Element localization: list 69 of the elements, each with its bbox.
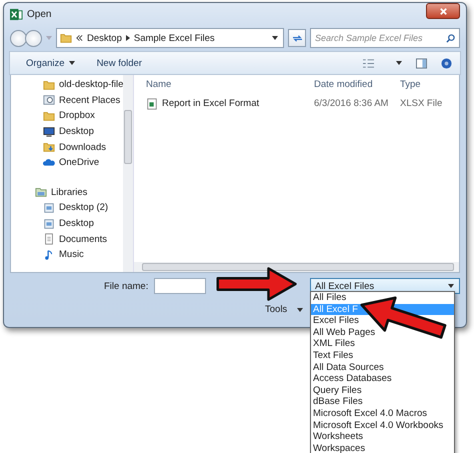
file-name-field[interactable] xyxy=(154,278,206,294)
sidebar-item[interactable]: old-desktop-file xyxy=(25,77,123,93)
folder-icon xyxy=(43,78,55,91)
dropdown-option[interactable]: Excel Files xyxy=(311,315,454,327)
downloads-folder-icon xyxy=(43,141,55,154)
caret-icon xyxy=(68,61,75,65)
address-bar[interactable]: Desktop Sample Excel Files xyxy=(56,28,284,48)
new-folder-button[interactable]: New folder xyxy=(96,58,142,68)
refresh-button[interactable] xyxy=(288,29,306,47)
sidebar-item[interactable]: Documents xyxy=(25,231,123,247)
caret-icon xyxy=(396,61,402,65)
view-list-icon xyxy=(363,58,374,68)
close-icon xyxy=(438,6,448,16)
preview-pane-icon xyxy=(416,58,427,68)
sidebar-item[interactable]: Downloads xyxy=(25,139,123,155)
column-header[interactable]: Type xyxy=(400,79,459,90)
breadcrumb[interactable]: Desktop xyxy=(87,32,122,44)
dropdown-option[interactable]: dBase Files xyxy=(311,396,454,408)
refresh-icon xyxy=(292,34,302,42)
caret-icon xyxy=(297,308,304,312)
dropdown-option[interactable]: Microsoft Excel 4.0 Workbooks xyxy=(311,420,454,432)
double-chevron-icon xyxy=(76,35,83,41)
organize-menu[interactable]: Organize xyxy=(26,58,75,68)
breadcrumb[interactable]: Sample Excel Files xyxy=(134,32,215,44)
scrollbar[interactable] xyxy=(134,262,459,272)
tools-menu[interactable]: Tools xyxy=(265,304,288,315)
sidebar-item[interactable]: Desktop (2) xyxy=(25,200,123,216)
sidebar-item[interactable]: Desktop xyxy=(25,216,123,232)
music-note-icon xyxy=(43,248,55,261)
sidebar-item[interactable]: Recent Places xyxy=(25,92,123,108)
sidebar-item[interactable]: Dropbox xyxy=(25,108,123,124)
excel-icon xyxy=(10,8,23,20)
column-header[interactable]: Date modified xyxy=(314,79,400,90)
caret-icon xyxy=(46,36,52,40)
spreadsheet-file-icon xyxy=(146,98,158,110)
sidebar-item[interactable]: Music xyxy=(25,246,123,263)
caret-icon xyxy=(448,284,454,288)
dropdown-option[interactable]: Workspaces xyxy=(311,442,454,453)
document-icon xyxy=(43,233,55,246)
dropdown-option[interactable]: Worksheets xyxy=(311,431,454,443)
libraries-icon xyxy=(35,186,47,198)
folder-icon xyxy=(60,32,72,44)
column-header[interactable]: Name xyxy=(146,79,314,90)
file-name-label: File name: xyxy=(104,280,150,292)
library-icon xyxy=(43,218,55,230)
forward-button[interactable] xyxy=(25,30,42,46)
dropdown-option[interactable]: Microsoft Excel 4.0 Macros xyxy=(311,408,454,420)
search-field[interactable]: Search Sample Excel Files xyxy=(310,28,460,48)
back-button[interactable] xyxy=(10,30,27,46)
monitor-icon xyxy=(43,126,55,138)
dropdown-option[interactable]: All Web Pages xyxy=(311,326,454,338)
file-row[interactable]: Report in Excel Format 6/3/2016 8:36 AM XLSX File xyxy=(134,94,459,113)
recent-places-icon xyxy=(43,94,55,106)
library-icon xyxy=(43,202,55,214)
sidebar-item[interactable]: OneDrive xyxy=(25,154,123,171)
sidebar-item[interactable]: Libraries xyxy=(25,184,123,200)
dropdown-option[interactable]: All Data Sources xyxy=(311,362,454,374)
dropdown-option[interactable]: Text Files xyxy=(311,350,454,362)
scrollbar[interactable] xyxy=(123,75,133,272)
window-title: Open xyxy=(27,8,52,20)
sidebar-item[interactable]: Desktop xyxy=(25,124,123,140)
chevron-icon xyxy=(126,35,130,41)
caret-icon xyxy=(272,36,278,40)
dropdown-option[interactable]: Query Files xyxy=(311,384,454,396)
close-button[interactable] xyxy=(426,3,460,19)
dropdown-option[interactable]: All Files xyxy=(311,292,454,304)
folder-icon xyxy=(43,110,55,122)
dropdown-option[interactable]: Access Databases xyxy=(311,373,454,385)
dropdown-option[interactable]: XML Files xyxy=(311,338,454,350)
